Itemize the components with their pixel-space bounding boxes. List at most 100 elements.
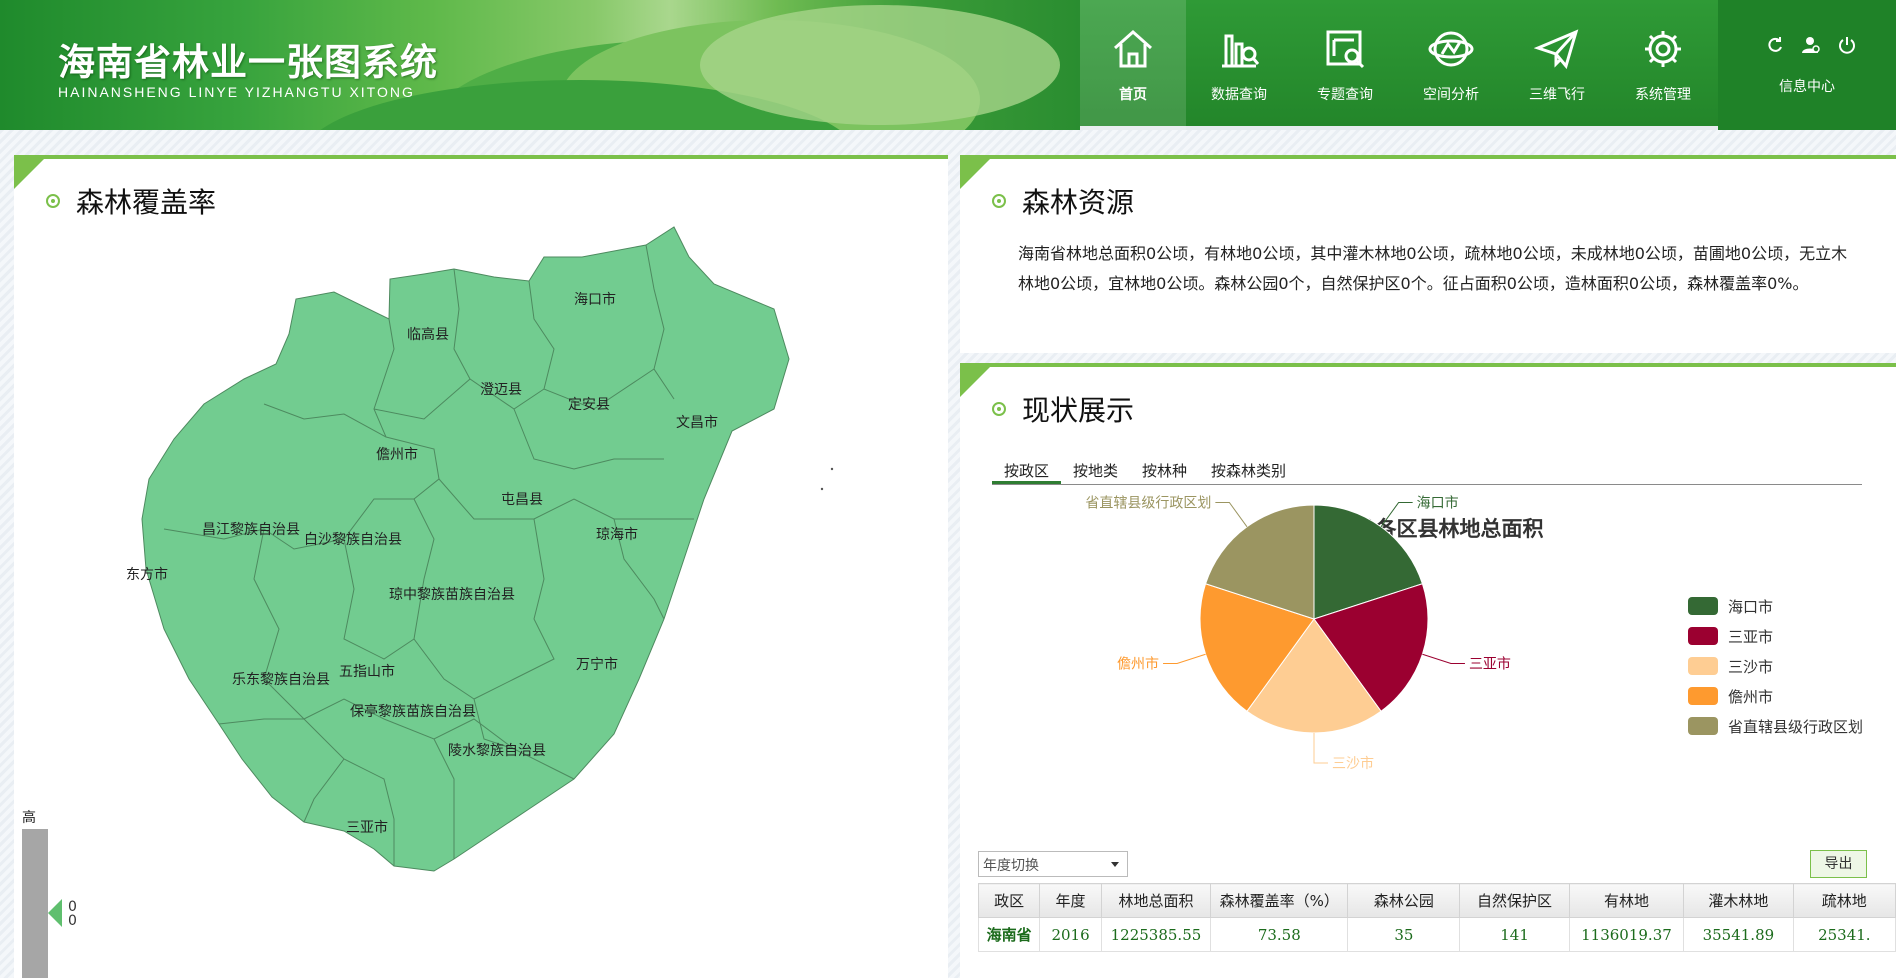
pie-slice-label: 三亚市 bbox=[1469, 655, 1511, 672]
paper-plane-icon bbox=[1534, 29, 1579, 70]
table-cell: 35541.89 bbox=[1683, 917, 1794, 952]
legend-swatch bbox=[1688, 597, 1718, 615]
data-query-icon bbox=[1222, 34, 1260, 68]
pie-slice-label: 海口市 bbox=[1417, 495, 1459, 512]
map-region-label[interactable]: 昌江黎族自治县 bbox=[202, 522, 300, 538]
table-header-cell[interactable]: 有林地 bbox=[1568, 883, 1685, 918]
refresh-icon[interactable] bbox=[1766, 36, 1784, 54]
info-center-label[interactable]: 信息中心 bbox=[1718, 76, 1896, 96]
year-select[interactable]: 年度切换 bbox=[978, 851, 1128, 877]
map-region-label[interactable]: 白沙黎族自治县 bbox=[304, 532, 402, 548]
gear-icon bbox=[1645, 31, 1681, 67]
table-cell: 1225385.55 bbox=[1100, 917, 1212, 952]
chevron-down-icon bbox=[1111, 862, 1119, 867]
legend-item[interactable]: 三亚市 bbox=[1688, 621, 1863, 651]
legend-label: 省直辖县级行政区划 bbox=[1728, 717, 1864, 736]
forest-coverage-panel: 森林覆盖率 海口市 临高县 澄迈县 定安县 文昌市 儋州市 屯昌县 琼海市 昌江… bbox=[14, 155, 948, 978]
pie-label-line bbox=[1313, 733, 1328, 764]
spatial-analysis-icon bbox=[1428, 31, 1474, 67]
user-settings-icon[interactable] bbox=[1802, 36, 1820, 54]
nav-3d-flight[interactable]: 三维飞行 bbox=[1504, 0, 1610, 130]
table-cell: 25341. bbox=[1792, 917, 1896, 952]
home-icon bbox=[1114, 29, 1152, 68]
pie-label-line bbox=[1380, 502, 1413, 528]
legend-swatch bbox=[1688, 687, 1718, 705]
stats-table: 政区 年度 林地总面积 森林覆盖率（%） 森林公园 自然保护区 有林地 灌木林地 疏林地 海南省… bbox=[977, 883, 1896, 952]
map-region-label[interactable]: 文昌市 bbox=[676, 414, 718, 431]
table-cell: 141 bbox=[1459, 917, 1570, 952]
legend-item[interactable]: 省直辖县级行政区划 bbox=[1688, 711, 1863, 741]
status-display-panel: 现状展示 按政区 按地类 按林种 按森林类别 海南省各区县林地总面积 海口市 三亚… bbox=[960, 363, 1896, 978]
legend-gradient-bar bbox=[22, 829, 48, 978]
legend-swatch bbox=[1688, 717, 1718, 735]
map-region-label[interactable]: 琼中黎族苗族自治县 bbox=[389, 587, 515, 603]
legend-label: 海口市 bbox=[1728, 597, 1774, 616]
info-center: 信息中心 bbox=[1718, 0, 1896, 130]
pie-slice-label: 儋州市 bbox=[1117, 655, 1159, 672]
legend-item[interactable]: 儋州市 bbox=[1688, 681, 1863, 711]
table-header-cell[interactable]: 森林公园 bbox=[1347, 883, 1461, 918]
table-header-cell[interactable]: 林地总面积 bbox=[1100, 883, 1212, 918]
legend-item[interactable]: 三沙市 bbox=[1688, 651, 1863, 681]
table-cell: 海南省 bbox=[977, 917, 1041, 952]
nav-spatial-analysis[interactable]: 空间分析 bbox=[1398, 0, 1504, 130]
table-header-cell[interactable]: 疏林地 bbox=[1792, 883, 1896, 918]
legend-label: 三亚市 bbox=[1728, 627, 1774, 646]
legend-item[interactable]: 海口市 bbox=[1688, 591, 1863, 621]
island-outline[interactable] bbox=[141, 226, 790, 872]
table-cell: 2016 bbox=[1039, 917, 1102, 952]
pie-slice-label: 三沙市 bbox=[1332, 755, 1374, 772]
map-region-label[interactable]: 保亭黎族苗族自治县 bbox=[350, 703, 476, 720]
nav-system-settings[interactable]: 系统管理 bbox=[1610, 0, 1716, 130]
map-region-label[interactable]: 海口市 bbox=[574, 291, 616, 308]
table-row[interactable]: 海南省 2016 1225385.55 73.58 35 141 1136019.37 355… bbox=[977, 917, 1896, 952]
app-title: 海南省林业一张图系统 bbox=[58, 41, 438, 84]
year-select-value: 年度切换 bbox=[983, 858, 1039, 874]
map-region-label[interactable]: 乐东黎族自治县 bbox=[232, 672, 330, 688]
table-header-cell[interactable]: 森林覆盖率（%） bbox=[1210, 883, 1349, 918]
coverage-legend-scale: 高 0 0 bbox=[22, 807, 77, 978]
map-region-label[interactable]: 儋州市 bbox=[376, 446, 418, 463]
table-header-cell[interactable]: 政区 bbox=[977, 883, 1041, 918]
nav-data-query[interactable]: 数据查询 bbox=[1186, 0, 1292, 130]
export-button[interactable]: 导出 bbox=[1810, 850, 1867, 878]
table-cell: 73.58 bbox=[1210, 917, 1349, 952]
map-region-label[interactable]: 五指山市 bbox=[339, 663, 395, 680]
map-region-label[interactable]: 三亚市 bbox=[346, 819, 388, 836]
legend-swatch bbox=[1688, 627, 1718, 645]
legend-label: 儋州市 bbox=[1728, 687, 1774, 706]
panel-title: 森林资源 bbox=[1022, 186, 1135, 219]
map-region-label[interactable]: 定安县 bbox=[568, 397, 610, 413]
pie-label-line bbox=[1215, 502, 1248, 528]
power-icon[interactable] bbox=[1838, 36, 1856, 54]
legend-pointer-icon[interactable] bbox=[48, 899, 62, 927]
map-region-label[interactable]: 东方市 bbox=[126, 566, 168, 583]
chart-legend: 海口市三亚市三沙市儋州市省直辖县级行政区划 bbox=[1688, 591, 1863, 741]
map-region-label[interactable]: 万宁市 bbox=[576, 656, 618, 673]
pie-label-line bbox=[1163, 653, 1206, 664]
table-cell: 35 bbox=[1347, 917, 1461, 952]
table-header-cell[interactable]: 自然保护区 bbox=[1459, 883, 1570, 918]
topic-query-icon bbox=[1326, 30, 1365, 69]
map-region-label[interactable]: 陵水黎族自治县 bbox=[448, 743, 546, 759]
map-region-label[interactable]: 屯昌县 bbox=[501, 492, 543, 508]
nav-topic-query[interactable]: 专题查询 bbox=[1292, 0, 1398, 130]
table-header-cell[interactable]: 年度 bbox=[1039, 883, 1102, 918]
forest-resource-panel: 森林资源 海南省林地总面积0公顷，有林地0公顷，其中灌木林地0公顷，疏林地0公顷… bbox=[960, 155, 1896, 353]
legend-value: 0 bbox=[68, 913, 77, 929]
legend-swatch bbox=[1688, 657, 1718, 675]
map-region-label[interactable]: 临高县 bbox=[407, 326, 449, 343]
table-header-cell[interactable]: 灌木林地 bbox=[1683, 883, 1794, 918]
hainan-map[interactable]: 海口市临高县澄迈县定安县文昌市儋州市屯昌县琼海市 昌江黎族自治县白沙黎族自治县东方… bbox=[14, 159, 948, 978]
title-bullet-icon bbox=[992, 194, 1006, 208]
app-header: 海南省林业一张图系统 HAINANSHENG LINYE YIZHANGTU X… bbox=[0, 0, 1896, 130]
legend-label: 三沙市 bbox=[1728, 657, 1774, 676]
legend-high-label: 高 bbox=[22, 810, 36, 826]
pie-label-line bbox=[1422, 653, 1465, 664]
map-region-label[interactable]: 澄迈县 bbox=[480, 382, 522, 398]
app-title-pinyin: HAINANSHENG LINYE YIZHANGTU XITONG bbox=[58, 84, 415, 100]
nav-home[interactable]: 首页 bbox=[1080, 0, 1186, 130]
pie-slice-label: 省直辖县级行政区划 bbox=[1085, 495, 1211, 512]
map-region-label[interactable]: 琼海市 bbox=[596, 526, 638, 543]
header-banner: 海南省林业一张图系统 HAINANSHENG LINYE YIZHANGTU X… bbox=[0, 0, 1080, 130]
